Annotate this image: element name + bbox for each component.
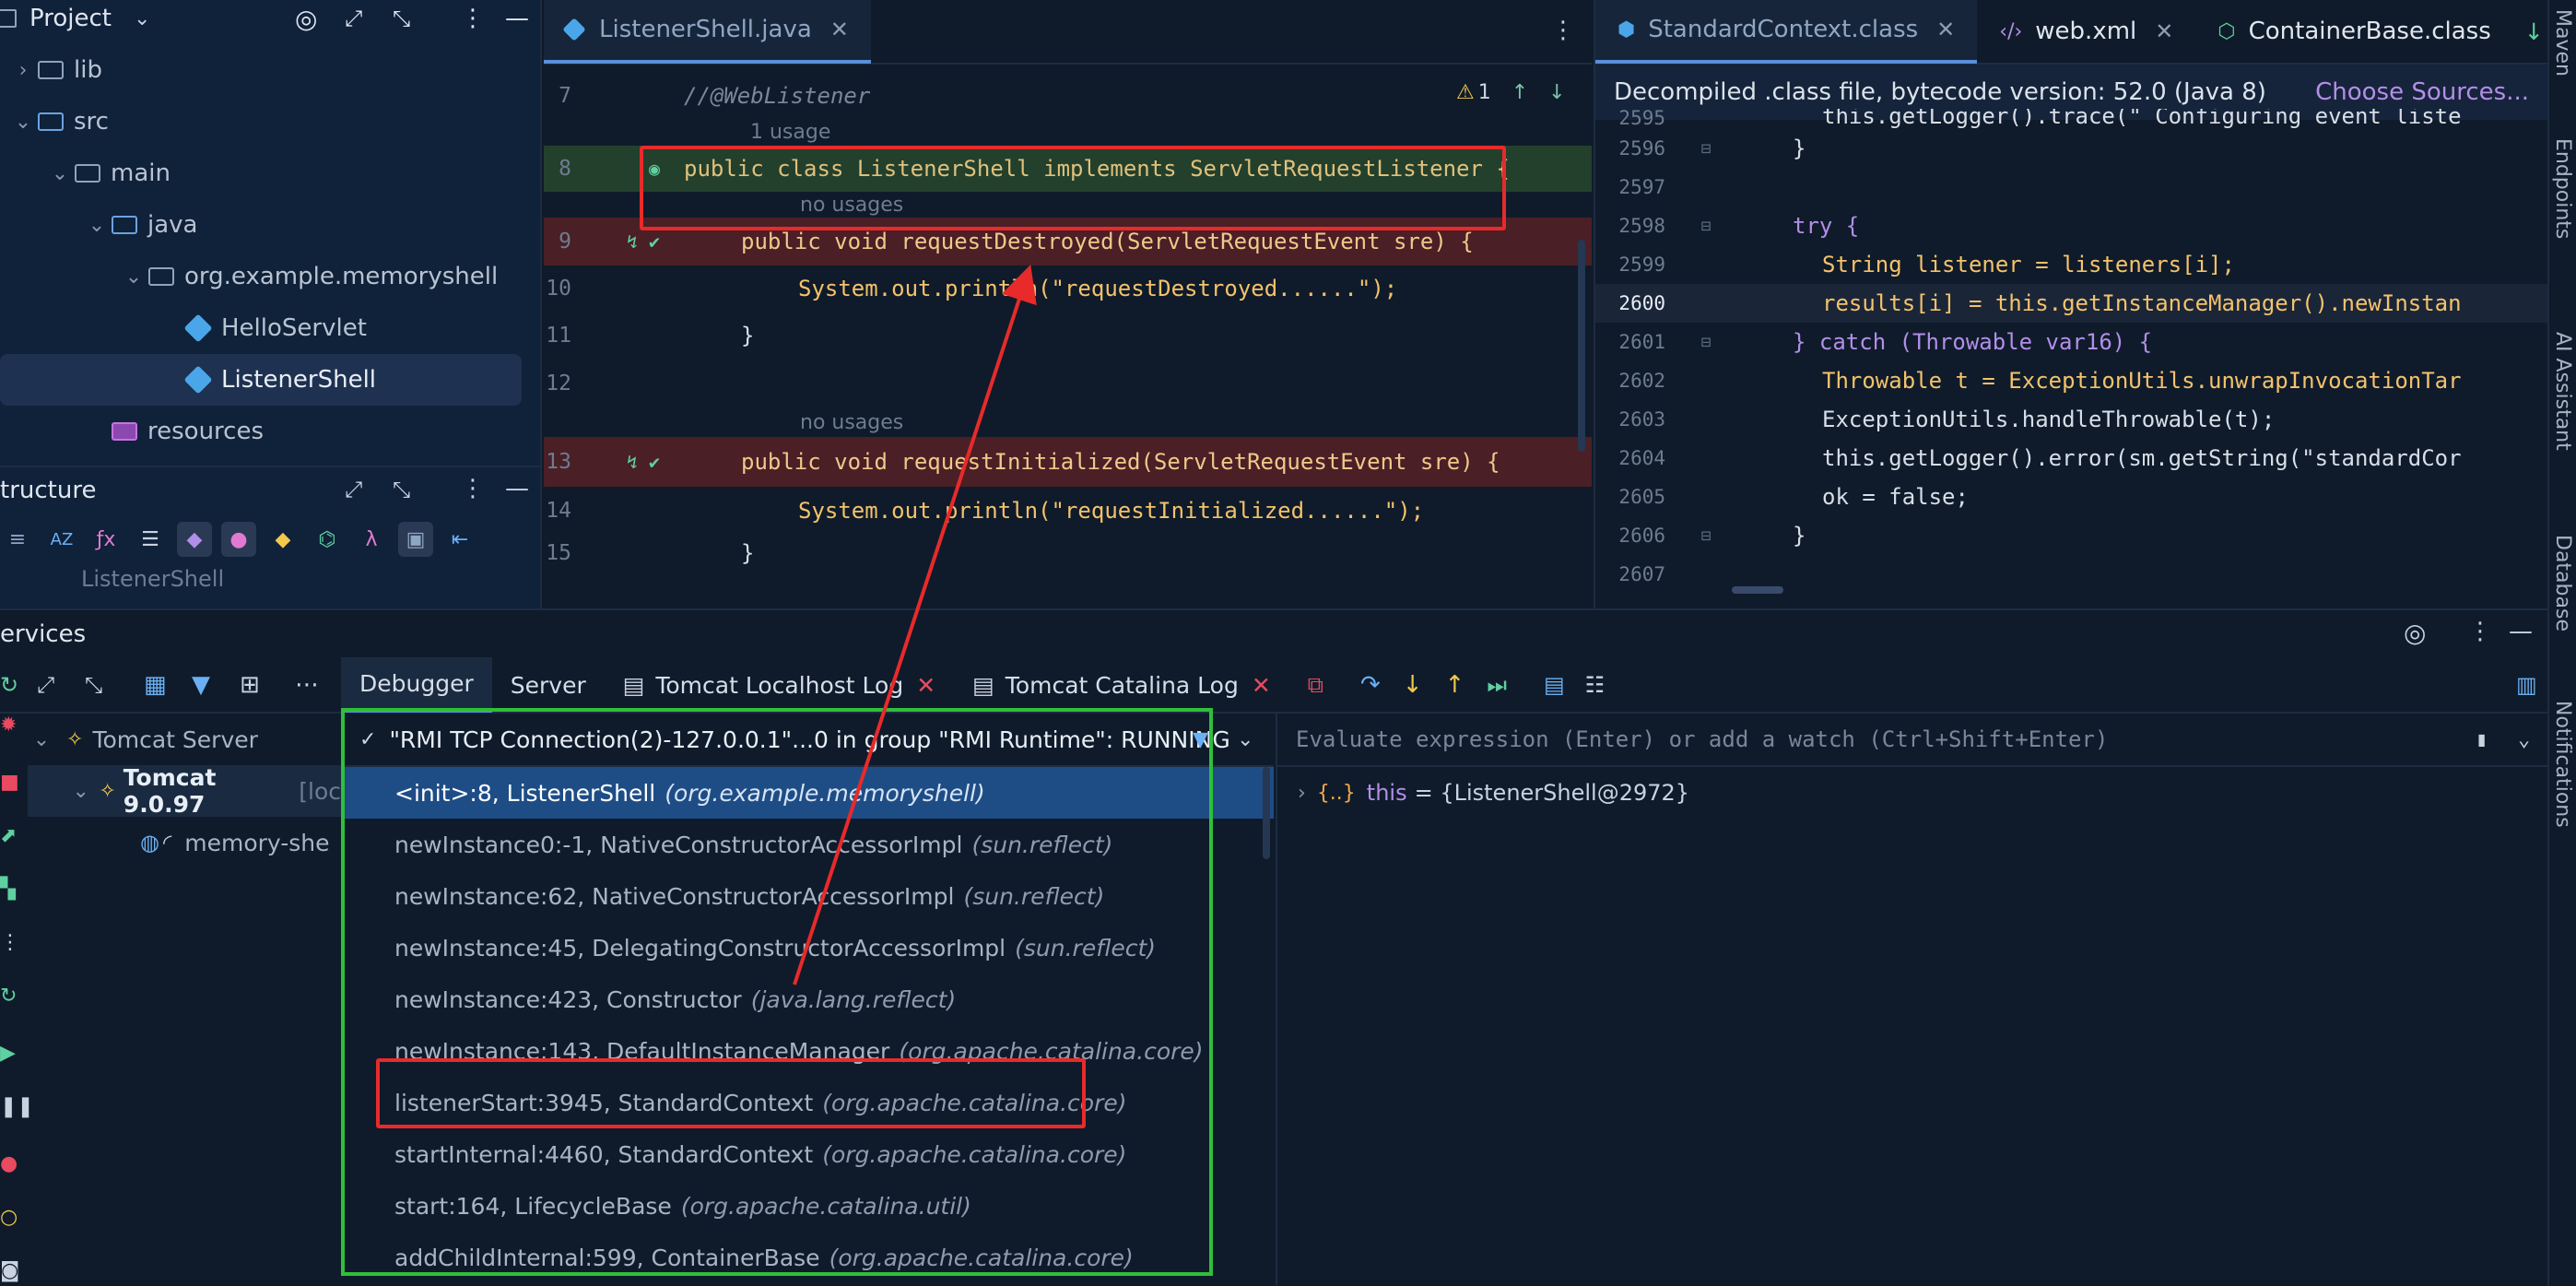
annotation-arrow [793, 264, 1037, 985]
